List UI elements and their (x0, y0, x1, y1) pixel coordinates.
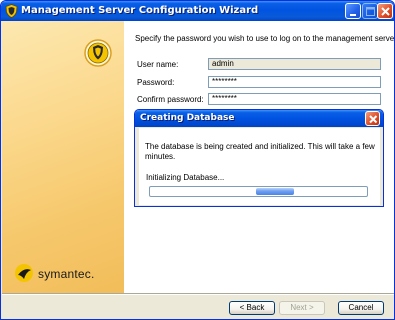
close-icon (369, 115, 378, 124)
close-icon (381, 7, 390, 16)
user-name-label: User name: (137, 60, 179, 69)
dialog-title-bar[interactable]: Creating Database (135, 110, 383, 127)
password-label: Password: (137, 78, 175, 87)
confirm-password-field[interactable]: ******** (208, 93, 381, 105)
cancel-button[interactable]: Cancel (338, 301, 384, 315)
symantec-shield-badge-icon (84, 39, 112, 67)
symantec-logo: symantec. (12, 261, 112, 282)
dialog-title: Creating Database (140, 113, 235, 123)
wizard-window: Management Server Configuration Wizard s… (0, 0, 395, 320)
progress-bar (149, 186, 368, 197)
dialog-status: Initializing Database... (146, 173, 225, 182)
confirm-password-label: Confirm password: (137, 95, 204, 104)
symantec-shield-icon (5, 4, 18, 18)
button-divider (2, 293, 394, 295)
dialog-body: The database is being created and initia… (139, 128, 380, 205)
dialog-close-button[interactable] (365, 111, 380, 126)
close-button[interactable] (377, 3, 393, 19)
back-button[interactable]: < Back (229, 301, 275, 315)
instruction-text: Specify the password you wish to use to … (135, 34, 395, 43)
title-bar[interactable]: Management Server Configuration Wizard (1, 1, 394, 21)
progress-marquee (256, 188, 294, 195)
maximize-button[interactable] (362, 3, 378, 19)
logo-text: symantec. (38, 267, 95, 281)
user-name-field[interactable]: admin (208, 58, 381, 70)
dialog-message: The database is being created and initia… (145, 142, 375, 161)
next-button[interactable]: Next > (279, 301, 325, 315)
wizard-sidebar: symantec. (2, 21, 124, 293)
minimize-icon (350, 14, 356, 16)
symantec-logo-icon (15, 264, 33, 282)
minimize-button[interactable] (345, 3, 361, 19)
password-field[interactable]: ******** (208, 76, 381, 88)
creating-database-dialog: Creating Database The database is being … (134, 109, 384, 207)
window-title: Management Server Configuration Wizard (21, 5, 259, 16)
